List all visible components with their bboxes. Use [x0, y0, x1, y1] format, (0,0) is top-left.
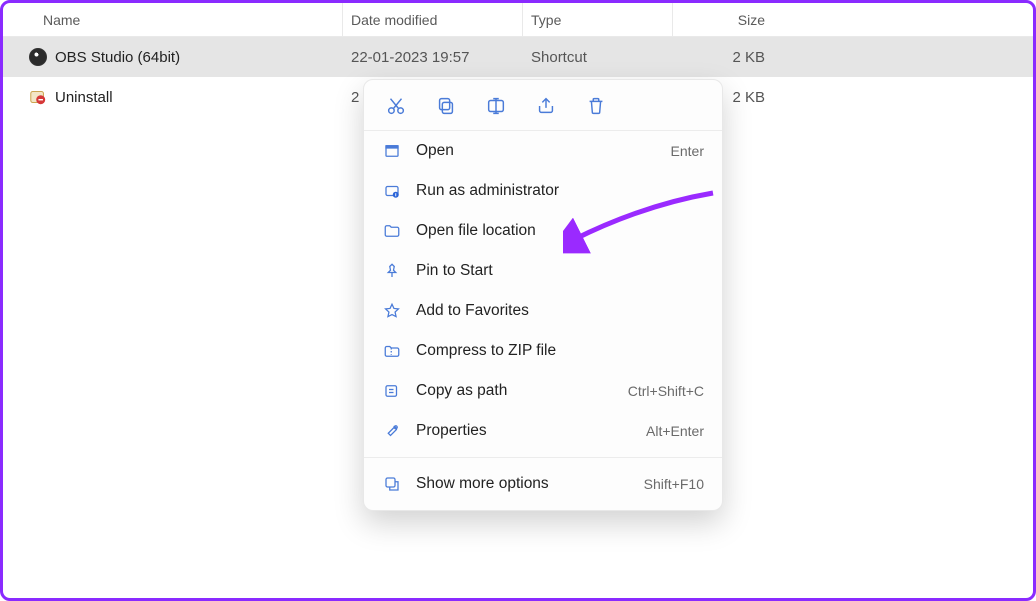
menu-label: Pin to Start — [416, 262, 704, 280]
file-date: 22-01-2023 19:57 — [343, 49, 523, 66]
file-size: 2 KB — [673, 49, 773, 66]
star-icon — [382, 301, 402, 321]
menu-item-copy-path[interactable]: Copy as path Ctrl+Shift+C — [364, 371, 722, 411]
menu-item-favorites[interactable]: Add to Favorites — [364, 291, 722, 331]
file-type: Shortcut — [523, 49, 673, 66]
menu-item-pin-start[interactable]: Pin to Start — [364, 251, 722, 291]
column-header-name[interactable]: Name — [3, 3, 343, 36]
menu-item-properties[interactable]: Properties Alt+Enter — [364, 411, 722, 451]
pin-icon — [382, 261, 402, 281]
cut-icon[interactable] — [384, 94, 408, 118]
menu-label: Compress to ZIP file — [416, 342, 704, 360]
menu-label: Copy as path — [416, 382, 628, 400]
column-header-date[interactable]: Date modified — [343, 3, 523, 36]
menu-label: Add to Favorites — [416, 302, 704, 320]
file-name: OBS Studio (64bit) — [55, 49, 180, 66]
menu-shortcut: Enter — [671, 143, 704, 159]
delete-icon[interactable] — [584, 94, 608, 118]
copy-path-icon — [382, 381, 402, 401]
menu-label: Run as administrator — [416, 182, 704, 200]
open-icon — [382, 141, 402, 161]
menu-shortcut: Shift+F10 — [644, 476, 704, 492]
uninstall-icon — [29, 88, 47, 106]
menu-label: Open file location — [416, 222, 704, 240]
menu-item-run-admin[interactable]: Run as administrator — [364, 171, 722, 211]
menu-label: Show more options — [416, 475, 644, 493]
share-icon[interactable] — [534, 94, 558, 118]
folder-icon — [382, 221, 402, 241]
file-name: Uninstall — [55, 89, 113, 106]
menu-label: Properties — [416, 422, 646, 440]
table-row[interactable]: OBS Studio (64bit) 22-01-2023 19:57 Shor… — [3, 37, 1033, 77]
menu-label: Open — [416, 142, 671, 160]
menu-shortcut: Ctrl+Shift+C — [628, 383, 704, 399]
column-header-size[interactable]: Size — [673, 3, 773, 36]
column-header-type[interactable]: Type — [523, 3, 673, 36]
menu-shortcut: Alt+Enter — [646, 423, 704, 439]
rename-icon[interactable] — [484, 94, 508, 118]
more-options-icon — [382, 474, 402, 494]
menu-item-open[interactable]: Open Enter — [364, 131, 722, 171]
menu-item-zip[interactable]: Compress to ZIP file — [364, 331, 722, 371]
obs-icon — [29, 48, 47, 66]
zip-icon — [382, 341, 402, 361]
shield-icon — [382, 181, 402, 201]
menu-item-more-options[interactable]: Show more options Shift+F10 — [364, 464, 722, 504]
column-header-row: Name Date modified Type Size — [3, 3, 1033, 37]
menu-item-open-location[interactable]: Open file location — [364, 211, 722, 251]
copy-icon[interactable] — [434, 94, 458, 118]
wrench-icon — [382, 421, 402, 441]
menu-separator — [364, 457, 722, 458]
quick-actions-row — [364, 80, 722, 131]
context-menu: Open Enter Run as administrator Open fil… — [363, 79, 723, 511]
